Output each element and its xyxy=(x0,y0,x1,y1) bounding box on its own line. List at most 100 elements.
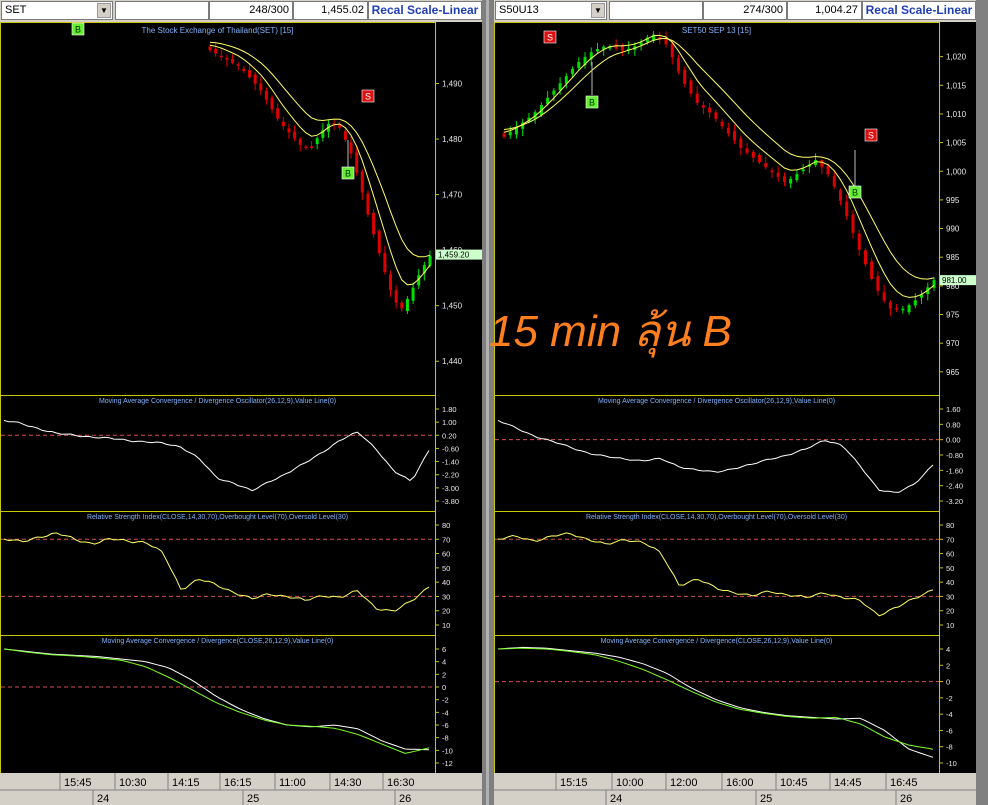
left-osc-panel-frame xyxy=(0,395,436,512)
left-candle-body xyxy=(394,290,398,303)
left-candle-body xyxy=(208,46,212,51)
right-osc-tick-label: 0.00 xyxy=(946,436,961,445)
right-candle-body xyxy=(857,233,861,250)
left-rsi-tick-label: 10 xyxy=(442,621,450,630)
left-chart-canvas: 1,4901,4801,4701,4601,4501,440The Stock … xyxy=(0,22,482,805)
left-candle-body xyxy=(236,64,240,66)
left-marker-label: B xyxy=(345,169,351,179)
right-candle-body xyxy=(751,151,755,158)
right-candle-body xyxy=(863,250,867,265)
right-candle-body xyxy=(552,90,556,95)
right-rsi-tick-label: 10 xyxy=(946,621,954,630)
right-time-label: 10:45 xyxy=(780,777,808,789)
right-rsi-tick-label: 70 xyxy=(946,535,954,544)
right-price-title: SET50 SEP 13 [15] xyxy=(682,26,751,35)
right-macd-tick-label: -10 xyxy=(946,759,957,768)
right-candle-body xyxy=(708,107,712,113)
right-macd-tick-label: 2 xyxy=(946,661,950,670)
right-candle-body xyxy=(695,93,699,103)
right-price-tag-label: 981.00 xyxy=(942,276,967,285)
right-rsi-tick-label: 30 xyxy=(946,592,954,601)
right-candle-body xyxy=(801,169,805,172)
right-candle-body xyxy=(913,300,917,306)
left-candle-body xyxy=(315,138,319,145)
left-price-tag-label: 1,459.20 xyxy=(438,251,470,260)
right-candle-body xyxy=(689,80,693,94)
right-osc-title: Moving Average Convergence / Divergence … xyxy=(598,398,835,405)
left-time-label: 16:30 xyxy=(387,777,415,789)
right-candle-body xyxy=(895,307,899,310)
right-date-label: 26 xyxy=(900,793,912,805)
left-macd-tick-label: 4 xyxy=(442,658,446,667)
left-candle-body xyxy=(428,255,432,266)
right-macd-tick-label: 0 xyxy=(946,678,950,687)
right-candle-body xyxy=(782,176,786,182)
left-time-label: 10:30 xyxy=(119,777,147,789)
left-osc-tick-label: 1.00 xyxy=(442,418,457,427)
right-candle-body xyxy=(714,112,718,119)
left-date-label: 26 xyxy=(399,793,411,805)
right-price-tick-label: 970 xyxy=(946,339,960,348)
left-candle-body xyxy=(405,298,409,312)
left-candle-body xyxy=(372,212,376,235)
left-candle-body xyxy=(343,131,347,140)
left-price-tick-label: 1,470 xyxy=(442,191,463,200)
right-rsi-tick-label: 50 xyxy=(946,564,954,573)
right-candle-body xyxy=(901,308,905,311)
right-chart-pane: S50U13 ▼ 274/300 1,004.27 Recal Scale-Li… xyxy=(494,0,976,805)
left-candle-body xyxy=(281,121,285,127)
left-candle-body xyxy=(231,58,235,63)
right-macd-tick-label: -4 xyxy=(946,710,953,719)
left-osc-tick-label: -1.40 xyxy=(442,458,459,467)
left-candle-body xyxy=(310,146,314,148)
right-price-tick-label: 990 xyxy=(946,225,960,234)
right-time-label: 10:00 xyxy=(616,777,644,789)
left-candle-body xyxy=(411,287,415,301)
left-candle-body xyxy=(355,152,359,173)
right-candle-body xyxy=(851,214,855,233)
right-candle-body xyxy=(701,105,705,108)
left-rsi-tick-label: 20 xyxy=(442,607,450,616)
pane-splitter[interactable] xyxy=(482,0,494,805)
left-macd-tick-label: -4 xyxy=(442,708,449,717)
right-date-label: 24 xyxy=(610,793,622,805)
right-candle-body xyxy=(826,165,830,175)
right-candle-body xyxy=(733,131,737,141)
right-rsi-title: Relative Strength Index(CLOSE,14,30,70),… xyxy=(586,514,847,521)
right-candle-body xyxy=(839,190,843,201)
left-osc-tick-label: -3.80 xyxy=(442,497,459,506)
left-osc-tick-label: -0.60 xyxy=(442,444,459,453)
left-date-label: 25 xyxy=(247,793,259,805)
right-candle-body xyxy=(770,170,774,173)
left-price-tick-label: 1,450 xyxy=(442,302,463,311)
left-candle-body xyxy=(383,253,387,272)
right-price-tick-label: 1,000 xyxy=(946,167,967,176)
right-osc-tick-label: -0.80 xyxy=(946,451,963,460)
left-time-label: 14:30 xyxy=(334,777,362,789)
right-candle-body xyxy=(882,292,886,301)
right-time-label: 16:45 xyxy=(890,777,918,789)
right-osc-tick-label: 1.60 xyxy=(946,405,961,414)
left-rsi-title: Relative Strength Index(CLOSE,14,30,70),… xyxy=(87,514,348,521)
overlay-annotation: 15 min ลุ้น B xyxy=(489,307,732,356)
right-macd-title: Moving Average Convergence / Divergence(… xyxy=(601,638,833,645)
right-candle-body xyxy=(758,154,762,163)
right-time-label: 16:00 xyxy=(726,777,754,789)
right-candle-body xyxy=(907,305,911,313)
right-candle-body xyxy=(720,121,724,127)
right-candle-body xyxy=(558,83,562,91)
left-candle-body xyxy=(400,302,404,309)
right-candle-body xyxy=(876,276,880,291)
right-candle-body xyxy=(764,163,768,168)
left-macd-tick-label: 2 xyxy=(442,670,446,679)
right-candle-body xyxy=(595,49,599,52)
right-rsi-tick-label: 40 xyxy=(946,578,954,587)
right-chart-canvas: 1,0201,0151,0101,0051,000995990985980975… xyxy=(494,22,976,805)
left-marker-label: B xyxy=(75,25,81,35)
right-price-tick-label: 985 xyxy=(946,253,960,262)
right-candle-body xyxy=(820,160,824,168)
right-marker-label: B xyxy=(852,188,858,198)
left-candle-body xyxy=(242,68,246,72)
left-rsi-tick-label: 80 xyxy=(442,521,450,530)
left-osc-tick-label: -3.00 xyxy=(442,484,459,493)
